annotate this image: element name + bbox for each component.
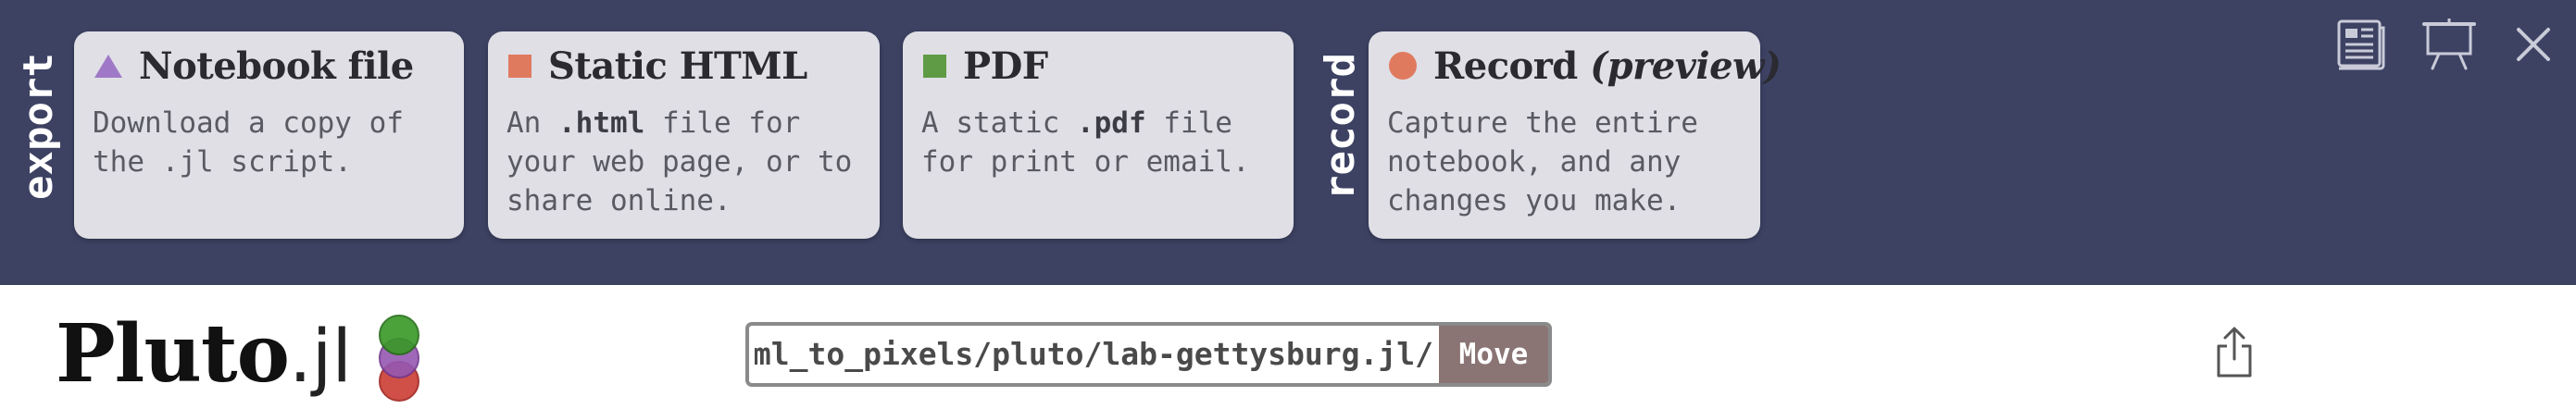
card-title: Notebook file (94, 39, 414, 93)
record-section-label: record (1317, 53, 1364, 200)
logo-suffix: .jl (288, 316, 353, 399)
card-title: PDF (923, 39, 1048, 93)
export-bar: export Notebook file Download a copy of … (0, 0, 2576, 285)
card-title-text: PDF (963, 43, 1048, 88)
card-description: Capture the entire notebook, and any cha… (1387, 106, 1698, 217)
card-title-text: Notebook file (139, 43, 414, 88)
present-icon[interactable] (2420, 17, 2478, 72)
triangle-icon (94, 54, 122, 78)
export-section-label: export (15, 53, 62, 200)
record-card[interactable]: Record (preview) Capture the entire note… (1369, 31, 1782, 239)
card-description: An .html file for your web page, or to s… (506, 106, 853, 217)
notebook-path-input[interactable] (749, 326, 1439, 383)
square-icon (923, 54, 946, 78)
card-title-suffix: (preview) (1590, 43, 1782, 88)
card-title: Record (preview) (1389, 39, 1782, 93)
square-icon (508, 54, 531, 78)
circle-icon (1389, 52, 1417, 80)
card-description: Download a copy of the .jl script. (93, 106, 404, 179)
logo-text: Pluto (56, 307, 290, 401)
share-icon[interactable] (2211, 326, 2257, 379)
card-description: A static .pdf file for print or email. (921, 106, 1250, 179)
notebook-view-icon[interactable] (2333, 17, 2389, 72)
notebook-path-box: Move (745, 322, 1552, 387)
move-button[interactable]: Move (1439, 326, 1548, 383)
card-title-text: Static HTML (548, 43, 807, 88)
export-static-html-card[interactable]: Static HTML An .html file for your web p… (488, 31, 880, 239)
export-pdf-card[interactable]: PDF A static .pdf file for print or emai… (903, 31, 1294, 239)
card-title-text: Record (preview) (1433, 43, 1782, 88)
card-title: Static HTML (508, 39, 807, 93)
export-notebook-file-card[interactable]: Notebook file Download a copy of the .jl… (74, 31, 464, 239)
pluto-logo[interactable]: Pluto .jl (56, 307, 352, 401)
pluto-balls-icon (379, 315, 419, 402)
close-icon[interactable] (2511, 22, 2556, 67)
